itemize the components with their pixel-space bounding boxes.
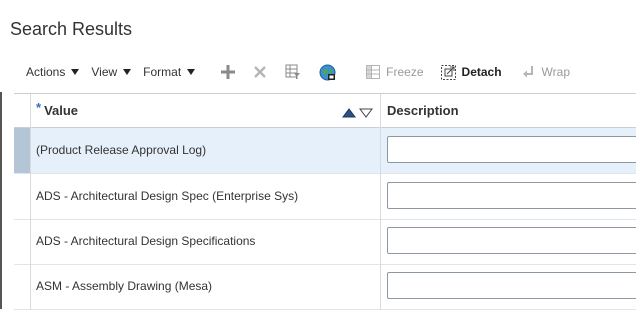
chevron-down-icon — [123, 69, 132, 75]
window-edge — [0, 92, 2, 309]
actions-menu[interactable]: Actions — [26, 65, 80, 79]
value-cell: (Product Release Approval Log) — [36, 143, 207, 157]
column-divider[interactable] — [380, 94, 381, 310]
column-header-value-label: Value — [44, 103, 79, 118]
chevron-down-icon — [71, 69, 80, 75]
description-field[interactable] — [387, 227, 636, 254]
description-field[interactable] — [387, 272, 636, 299]
value-cell: ADS - Architectural Design Specification… — [36, 234, 256, 248]
wrap-button[interactable]: Wrap — [542, 65, 570, 79]
table-header-row: * Value Description — [14, 94, 636, 128]
column-header-value[interactable]: * Value — [36, 100, 79, 118]
table-row[interactable]: ADS - Architectural Design Specification… — [14, 219, 636, 265]
wrap-icon — [522, 65, 536, 79]
row-header-column — [14, 94, 31, 310]
globe-icon[interactable] — [319, 64, 336, 81]
actions-menu-label: Actions — [26, 65, 66, 79]
detach-button[interactable]: Detach — [462, 65, 502, 79]
format-menu-label: Format — [143, 65, 182, 79]
sort-descending-icon[interactable] — [359, 105, 373, 123]
table-row[interactable]: ASM - Assembly Drawing (Mesa) — [14, 264, 636, 310]
value-cell: ADS - Architectural Design Spec (Enterpr… — [36, 189, 299, 203]
view-menu-label: View — [91, 65, 118, 79]
format-menu[interactable]: Format — [143, 65, 196, 79]
page-title: Search Results — [10, 19, 133, 39]
table-row[interactable]: (Product Release Approval Log) — [14, 128, 636, 174]
detach-icon — [440, 64, 456, 80]
freeze-button[interactable]: Freeze — [386, 65, 423, 79]
required-marker: * — [36, 100, 42, 115]
query-by-example-icon[interactable] — [285, 64, 301, 80]
chevron-down-icon — [187, 69, 196, 75]
sort-controls — [342, 105, 373, 123]
description-field[interactable] — [387, 182, 636, 209]
view-menu[interactable]: View — [91, 65, 132, 79]
description-field[interactable] — [387, 136, 636, 163]
results-table: * Value Description (Product Release Appr… — [14, 93, 636, 310]
table-toolbar: Actions View Format Freeze Detach Wrap — [14, 60, 636, 84]
table-row[interactable]: ADS - Architectural Design Spec (Enterpr… — [14, 174, 636, 220]
add-icon[interactable] — [221, 65, 236, 79]
freeze-icon — [366, 65, 381, 79]
value-cell: ASM - Assembly Drawing (Mesa) — [36, 279, 213, 293]
delete-icon[interactable] — [253, 65, 267, 79]
column-header-description[interactable]: Description — [387, 103, 459, 118]
sort-ascending-icon[interactable] — [342, 105, 356, 123]
